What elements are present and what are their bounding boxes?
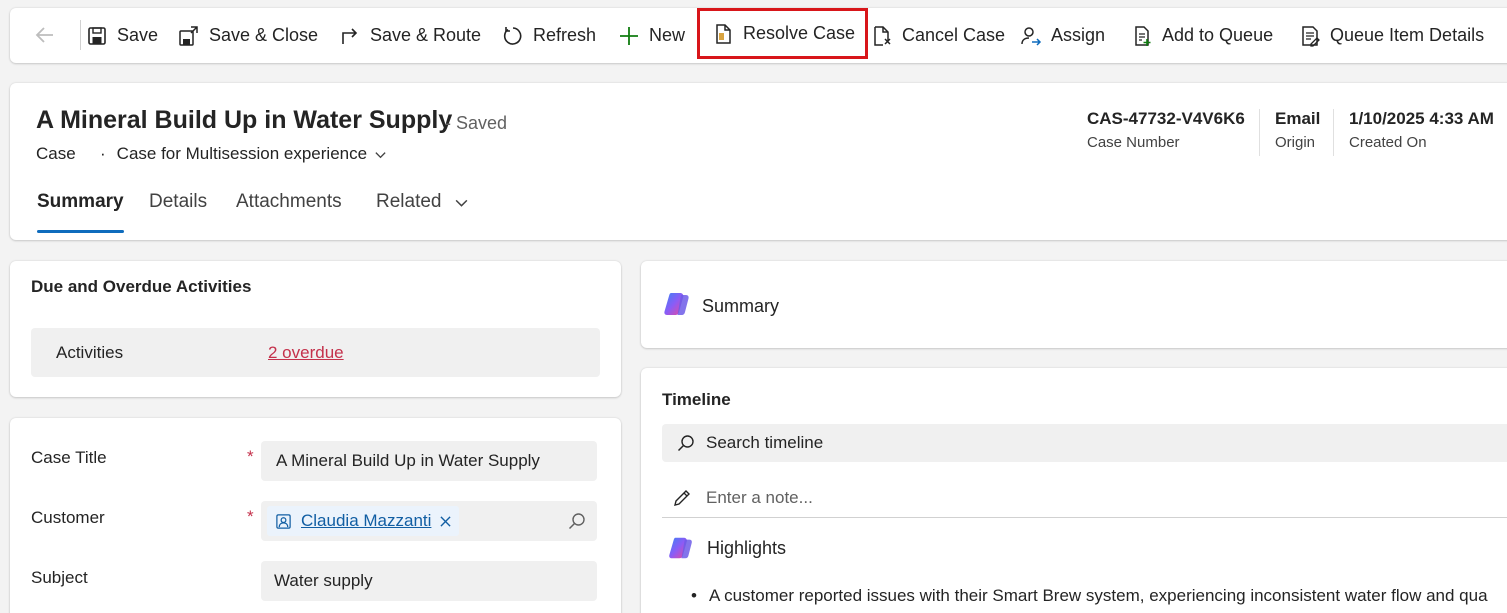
origin-field: Email Origin bbox=[1275, 109, 1320, 151]
cancel-case-icon bbox=[874, 25, 891, 46]
add-queue-icon bbox=[1135, 25, 1151, 46]
overdue-link[interactable]: 2 overdue bbox=[268, 343, 344, 363]
active-tab-indicator bbox=[37, 230, 124, 233]
tab-related[interactable]: Related bbox=[376, 191, 469, 213]
activities-row: Activities 2 overdue bbox=[31, 328, 600, 377]
new-label: New bbox=[649, 25, 686, 45]
case-number-label: Case Number bbox=[1087, 134, 1180, 151]
save-route-label: Save & Route bbox=[370, 25, 482, 45]
assign-label: Assign bbox=[1051, 25, 1106, 45]
subject-label: Subject bbox=[31, 568, 88, 587]
route-icon bbox=[342, 27, 358, 44]
form-separator: · bbox=[100, 144, 106, 163]
header-field-divider bbox=[1259, 109, 1260, 156]
copilot-summary-card[interactable]: Summary bbox=[641, 261, 1507, 348]
cancel-case-button[interactable]: Cancel Case bbox=[871, 20, 1005, 51]
queue-details-icon bbox=[1302, 25, 1320, 47]
timeline-search[interactable]: Search timeline bbox=[662, 424, 1507, 462]
highlights-header[interactable]: Highlights bbox=[667, 534, 786, 562]
customer-chip[interactable]: Claudia Mazzanti bbox=[267, 506, 460, 536]
assign-icon bbox=[1021, 26, 1042, 46]
bullet-dot: • bbox=[691, 586, 697, 605]
case-title-input[interactable]: A Mineral Build Up in Water Supply bbox=[261, 441, 597, 481]
command-bar: Save Save & Close Save & Route Refresh N… bbox=[10, 8, 1507, 63]
add-to-queue-button[interactable]: Add to Queue bbox=[1131, 20, 1273, 51]
copilot-icon bbox=[669, 537, 692, 559]
cancel-case-label: Cancel Case bbox=[902, 25, 1006, 45]
form-name: Case for Multisession experience bbox=[116, 144, 368, 163]
refresh-label: Refresh bbox=[533, 25, 597, 45]
tab-details[interactable]: Details bbox=[149, 191, 207, 213]
timeline-note-input[interactable]: Enter a note... bbox=[662, 478, 1507, 518]
save-icon bbox=[88, 26, 106, 45]
timeline-card: Timeline Search timeline Enter a note...… bbox=[641, 368, 1507, 613]
arrow-left-icon[interactable] bbox=[34, 24, 56, 46]
command-bar-divider bbox=[80, 20, 81, 50]
highlight-bullet: • A customer reported issues with their … bbox=[691, 586, 1488, 606]
assign-button[interactable]: Assign bbox=[1020, 20, 1105, 51]
form-selector[interactable]: · Case for Multisession experience bbox=[100, 144, 387, 164]
required-marker: * bbox=[247, 447, 254, 466]
search-icon bbox=[677, 435, 694, 452]
resolve-case-button[interactable]: Resolve Case bbox=[696, 8, 869, 59]
queue-item-details-button[interactable]: Queue Item Details bbox=[1299, 20, 1484, 51]
activities-label: Activities bbox=[56, 343, 124, 362]
resolve-case-icon bbox=[716, 23, 731, 44]
contact-icon bbox=[276, 513, 291, 529]
save-close-button[interactable]: Save & Close bbox=[178, 20, 318, 51]
created-on-label: Created On bbox=[1349, 134, 1427, 151]
customer-lookup[interactable]: Claudia Mazzanti bbox=[261, 501, 597, 541]
record-header: A Mineral Build Up in Water Supply - Sav… bbox=[10, 83, 1507, 240]
save-close-icon bbox=[179, 25, 198, 46]
tab-attachments[interactable]: Attachments bbox=[236, 191, 342, 213]
origin-value: Email bbox=[1275, 109, 1321, 128]
search-icon[interactable] bbox=[567, 511, 587, 531]
save-label: Save bbox=[117, 25, 159, 45]
refresh-button[interactable]: Refresh bbox=[502, 20, 596, 51]
close-icon[interactable] bbox=[440, 515, 451, 527]
add-to-queue-label: Add to Queue bbox=[1162, 25, 1274, 45]
summary-label: Summary bbox=[702, 296, 780, 316]
chevron-down-icon bbox=[375, 151, 386, 158]
customer-label: Customer bbox=[31, 508, 105, 527]
new-button[interactable]: New bbox=[618, 20, 685, 51]
queue-item-details-label: Queue Item Details bbox=[1330, 25, 1485, 45]
save-close-label: Save & Close bbox=[209, 25, 319, 45]
refresh-icon bbox=[503, 26, 522, 45]
save-route-button[interactable]: Save & Route bbox=[339, 20, 481, 51]
highlight-text: A customer reported issues with their Sm… bbox=[708, 586, 1488, 605]
case-form-card: Case Title * A Mineral Build Up in Water… bbox=[10, 418, 621, 613]
app-root: Save Save & Close Save & Route Refresh N… bbox=[0, 0, 1507, 613]
tab-summary[interactable]: Summary bbox=[37, 191, 124, 213]
tab-related-label: Related bbox=[376, 191, 442, 212]
case-number-field: CAS-47732-V4V6K6 Case Number bbox=[1087, 109, 1245, 151]
subject-input[interactable]: Water supply bbox=[261, 561, 597, 601]
activities-title: Due and Overdue Activities bbox=[31, 277, 252, 296]
created-on-field: 1/10/2025 4:33 AM Created On bbox=[1349, 109, 1494, 151]
save-status: - Saved bbox=[445, 113, 508, 133]
plus-icon bbox=[620, 26, 638, 45]
case-title-label: Case Title bbox=[31, 448, 107, 467]
timeline-title: Timeline bbox=[662, 390, 731, 409]
record-title: A Mineral Build Up in Water Supply bbox=[36, 106, 453, 134]
timeline-note-placeholder: Enter a note... bbox=[706, 487, 813, 507]
resolve-case-label: Resolve Case bbox=[743, 23, 856, 43]
pencil-icon bbox=[674, 489, 690, 506]
activities-card: Due and Overdue Activities Activities 2 … bbox=[10, 261, 621, 397]
header-field-divider bbox=[1333, 109, 1334, 156]
entity-name: Case bbox=[36, 144, 76, 163]
required-marker: * bbox=[247, 507, 254, 526]
copilot-icon bbox=[664, 293, 689, 315]
highlights-label: Highlights bbox=[707, 537, 787, 558]
save-button[interactable]: Save bbox=[86, 20, 158, 51]
customer-link[interactable]: Claudia Mazzanti bbox=[301, 511, 431, 531]
timeline-search-placeholder: Search timeline bbox=[706, 433, 824, 452]
chevron-down-icon bbox=[455, 199, 467, 207]
case-number-value: CAS-47732-V4V6K6 bbox=[1087, 109, 1245, 128]
origin-label: Origin bbox=[1275, 134, 1316, 151]
created-on-value: 1/10/2025 4:33 AM bbox=[1349, 109, 1494, 128]
